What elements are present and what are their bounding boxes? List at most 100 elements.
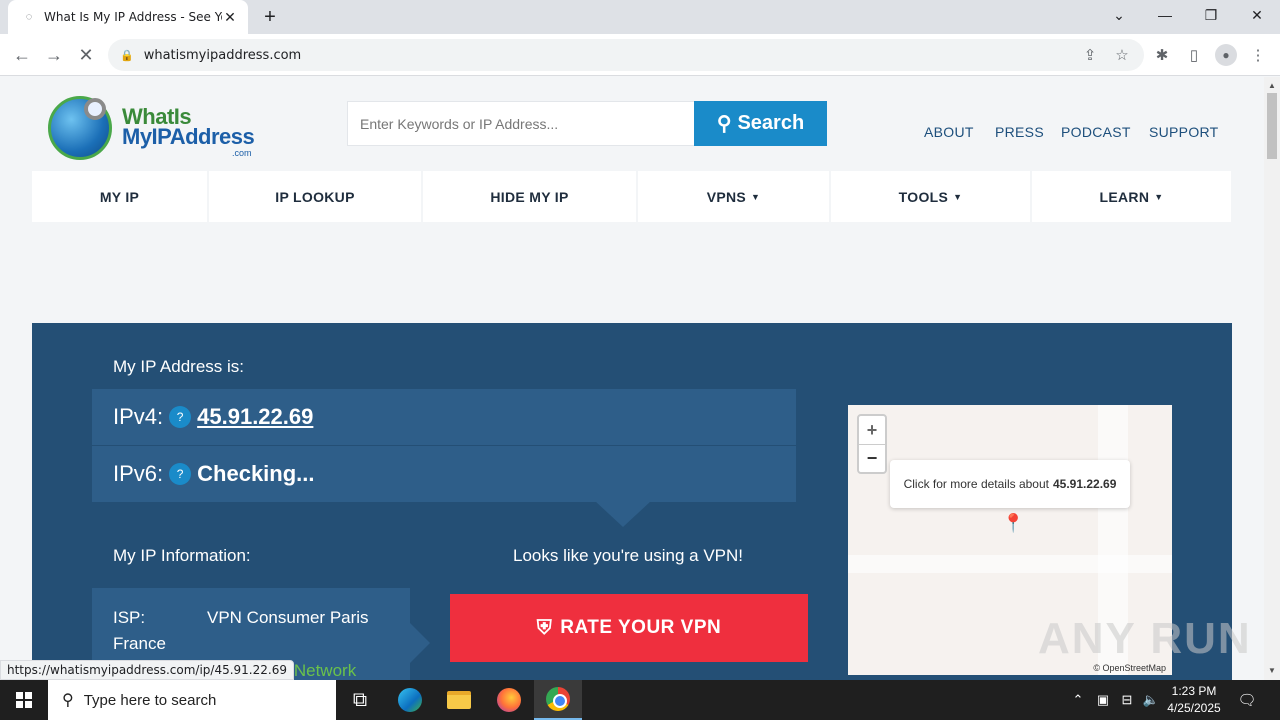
close-tab-icon[interactable]: ✕	[222, 9, 238, 25]
nav-label: VPNS	[706, 188, 747, 205]
isp-value: VPN Consumer Paris	[207, 608, 369, 627]
minimize-button[interactable]: —	[1142, 0, 1188, 30]
search-icon: ⚲	[62, 692, 74, 709]
search-input[interactable]: Enter Keywords or IP Address...	[347, 101, 695, 146]
folder-icon	[447, 691, 471, 709]
loading-favicon-icon: ◌	[25, 11, 33, 23]
ipv4-value-link[interactable]: 45.91.22.69	[197, 404, 313, 430]
logo-line3: .com	[232, 148, 252, 158]
nav-label: IP LOOKUP	[275, 188, 355, 205]
nav-learn[interactable]: LEARN ▼	[1032, 171, 1231, 222]
nav-tools[interactable]: TOOLS ▼	[831, 171, 1030, 222]
search-button-label: Search	[737, 112, 805, 134]
ipv4-label: IPv4:	[113, 404, 164, 429]
map-zoom-control: + −	[857, 414, 887, 474]
clock-time: 1:23 PM	[1171, 684, 1217, 698]
restore-button[interactable]: ❐	[1188, 0, 1234, 30]
ip-box-pointer	[595, 501, 651, 527]
map-pin-icon[interactable]: 📍	[1002, 513, 1024, 534]
site-logo[interactable]: WhatIs MyIPAddress .com	[46, 94, 256, 164]
map-popup[interactable]: Click for more details about 45.91.22.69	[890, 460, 1130, 508]
top-link-about[interactable]: ABOUT	[924, 124, 974, 140]
bookmark-star-icon[interactable]: ☆	[1112, 46, 1132, 64]
task-view-icon[interactable]: ⧉	[336, 680, 384, 720]
start-button[interactable]	[0, 680, 48, 720]
side-panel-icon[interactable]: ▯	[1183, 44, 1205, 66]
address-bar[interactable]: 🔒 whatismyipaddress.com	[108, 39, 1144, 71]
nav-label: HIDE MY IP	[490, 188, 569, 205]
map-road	[848, 555, 1172, 573]
scroll-up-icon[interactable]: ▲	[1264, 79, 1280, 93]
top-link-support[interactable]: SUPPORT	[1149, 124, 1219, 140]
lock-icon[interactable]: 🔒	[120, 49, 134, 62]
nav-label: LEARN	[1099, 188, 1150, 205]
network-icon[interactable]: ⊟	[1116, 680, 1138, 720]
profile-avatar-icon[interactable]: ●	[1215, 44, 1237, 66]
browser-toolbar: ← → ✕ 🔒 whatismyipaddress.com ⇪ ☆ ✱ ▯ ● …	[0, 34, 1280, 76]
popup-ip: 45.91.22.69	[1053, 477, 1117, 491]
chrome-icon	[546, 687, 570, 711]
help-icon[interactable]: ?	[169, 406, 192, 428]
rate-button-label: RATE YOUR VPN	[560, 617, 722, 638]
firefox-icon	[497, 688, 521, 712]
logo-line2: MyIPAddress	[122, 124, 255, 149]
isp-label: ISP:	[113, 608, 146, 627]
map-attribution[interactable]: © OpenStreetMap	[1093, 663, 1166, 673]
windows-taskbar: ⚲ Type here to search ⧉ ⌃ ▣ ⊟ 🔈 1:23 PM …	[0, 680, 1280, 720]
shield-icon: ⛨	[536, 616, 553, 639]
scroll-down-icon[interactable]: ▼	[1264, 664, 1280, 678]
caret-down-icon: ▼	[1154, 191, 1164, 202]
forward-icon[interactable]: →	[41, 42, 67, 68]
tray-chevron-icon[interactable]: ⌃	[1068, 680, 1088, 720]
ipv6-label: IPv6:	[113, 461, 164, 486]
new-tab-button[interactable]: +	[258, 6, 282, 28]
page-scrollbar[interactable]: ▲ ▼	[1264, 77, 1280, 680]
link-status-bar: https://whatismyipaddress.com/ip/45.91.2…	[0, 660, 294, 680]
web-page: WhatIs MyIPAddress .com Enter Keywords o…	[0, 77, 1264, 680]
taskbar-chrome[interactable]	[534, 680, 582, 720]
taskbar-edge[interactable]	[386, 680, 434, 720]
scrollbar-thumb[interactable]	[1267, 93, 1277, 159]
nav-vpns[interactable]: VPNS ▼	[638, 171, 829, 222]
edge-icon	[398, 688, 422, 712]
stop-loading-icon[interactable]: ✕	[73, 42, 99, 68]
tab-title: What Is My IP Address - See You	[44, 10, 222, 24]
caret-down-icon: ▼	[953, 191, 963, 202]
volume-icon[interactable]: 🔈	[1140, 680, 1162, 720]
taskbar-firefox[interactable]	[485, 680, 533, 720]
taskbar-search[interactable]: ⚲ Type here to search	[48, 680, 336, 720]
windows-logo-icon	[16, 692, 32, 708]
top-link-press[interactable]: PRESS	[995, 124, 1044, 140]
magnifier-icon	[84, 98, 106, 120]
taskbar-file-explorer[interactable]	[435, 680, 483, 720]
zoom-out-button[interactable]: −	[859, 444, 885, 472]
info-box-arrow	[410, 623, 430, 663]
isp-value-line2: France	[113, 634, 166, 653]
extensions-icon[interactable]: ✱	[1151, 44, 1173, 66]
zoom-in-button[interactable]: +	[859, 416, 885, 444]
menu-kebab-icon[interactable]: ⋮	[1247, 44, 1269, 66]
search-icon: ⚲	[716, 113, 732, 135]
rate-your-vpn-button[interactable]: ⛨ RATE YOUR VPN	[450, 594, 808, 662]
vpn-message: Looks like you're using a VPN!	[512, 546, 744, 565]
info-heading: My IP Information:	[113, 546, 251, 565]
browser-tab[interactable]: ◌ What Is My IP Address - See You ✕	[8, 0, 248, 34]
system-clock[interactable]: 1:23 PM 4/25/2025	[1160, 683, 1228, 717]
help-icon[interactable]: ?	[169, 463, 192, 485]
caret-down-icon: ▼	[751, 191, 761, 202]
ip-heading: My IP Address is:	[113, 357, 245, 376]
notification-icon[interactable]: 🗨	[1234, 680, 1260, 720]
search-button[interactable]: ⚲ Search	[694, 101, 827, 146]
tab-search-icon[interactable]: ⌄	[1096, 0, 1142, 30]
main-navigation: MY IP IP LOOKUP HIDE MY IP VPNS ▼ TOOLS ▼ …	[32, 171, 1231, 222]
clock-date: 4/25/2025	[1167, 701, 1221, 715]
nav-my-ip[interactable]: MY IP	[32, 171, 207, 222]
back-icon[interactable]: ←	[9, 42, 35, 68]
url-text[interactable]: whatismyipaddress.com	[144, 48, 302, 63]
nav-ip-lookup[interactable]: IP LOOKUP	[209, 171, 421, 222]
share-icon[interactable]: ⇪	[1080, 46, 1100, 64]
nav-hide-my-ip[interactable]: HIDE MY IP	[423, 171, 636, 222]
top-link-podcast[interactable]: PODCAST	[1061, 124, 1131, 140]
tray-device-icon[interactable]: ▣	[1092, 680, 1114, 720]
close-window-button[interactable]: ✕	[1234, 0, 1280, 30]
